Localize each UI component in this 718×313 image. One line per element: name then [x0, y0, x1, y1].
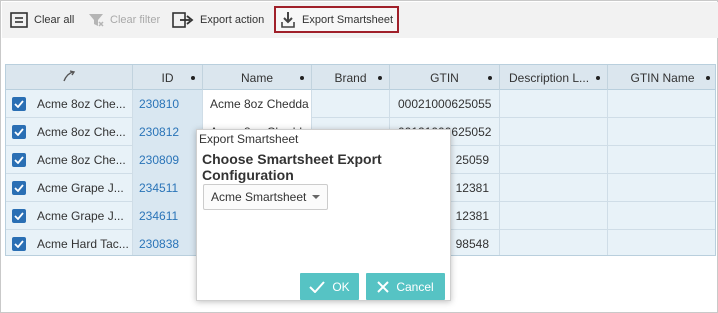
- gtin-value: 12381: [455, 209, 489, 223]
- row-label: Acme Hard Tac...: [37, 237, 129, 251]
- column-menu-icon[interactable]: [378, 76, 382, 80]
- clear-all-button[interactable]: Clear all: [10, 8, 74, 32]
- description-cell[interactable]: [500, 118, 608, 146]
- gtin-value: 12381: [455, 181, 489, 195]
- export-action-button[interactable]: Export action: [172, 8, 264, 32]
- column-menu-icon[interactable]: [488, 76, 492, 80]
- checkbox-checked-icon[interactable]: [12, 153, 26, 167]
- id-link[interactable]: 230810: [139, 97, 179, 111]
- column-header-gtin[interactable]: GTIN: [390, 65, 500, 90]
- export-smartsheet-icon: [280, 11, 296, 29]
- column-header-gtin-name[interactable]: GTIN Name: [608, 65, 715, 90]
- id-cell[interactable]: 230838: [133, 230, 203, 255]
- clear-filter-label: Clear filter: [110, 14, 161, 26]
- ok-button[interactable]: OK: [300, 273, 359, 300]
- configuration-selected-value: Acme Smartsheet: [211, 190, 307, 204]
- column-header-brand[interactable]: Brand: [312, 65, 390, 90]
- brand-cell[interactable]: [312, 90, 390, 118]
- close-icon: [377, 280, 390, 293]
- export-action-icon: [172, 11, 194, 29]
- description-cell[interactable]: [500, 146, 608, 174]
- column-menu-icon[interactable]: [596, 76, 600, 80]
- row-label: Acme Grape J...: [37, 209, 124, 223]
- checkbox-checked-icon[interactable]: [12, 97, 26, 111]
- clear-all-icon: [10, 12, 28, 28]
- column-header-name-label: Name: [240, 70, 273, 85]
- column-menu-icon[interactable]: [300, 76, 304, 80]
- column-header-id-label: ID: [161, 70, 174, 85]
- id-link[interactable]: 230838: [139, 237, 179, 251]
- configuration-dropdown[interactable]: Acme Smartsheet: [203, 184, 328, 210]
- name-cell[interactable]: Acme 8oz Chedda: [203, 90, 312, 118]
- description-cell[interactable]: [500, 174, 608, 202]
- row-label: Acme 8oz Che...: [37, 153, 126, 167]
- gtin-name-cell[interactable]: [608, 90, 715, 118]
- gtin-name-cell[interactable]: [608, 118, 715, 146]
- column-header-brand-label: Brand: [334, 70, 367, 85]
- gtin-value: 00021000625055: [398, 97, 492, 111]
- column-header-description-label: Description L...: [509, 70, 590, 85]
- chevron-down-icon: [312, 195, 321, 199]
- column-header-gtin-label: GTIN: [430, 70, 459, 85]
- row-label-cell[interactable]: Acme 8oz Che...: [6, 118, 133, 146]
- row-label-cell[interactable]: Acme 8oz Che...: [6, 146, 133, 174]
- id-link[interactable]: 230809: [139, 153, 179, 167]
- id-link[interactable]: 234611: [139, 209, 178, 223]
- description-cell[interactable]: [500, 90, 608, 118]
- column-menu-icon[interactable]: [191, 76, 195, 80]
- row-label-cell[interactable]: Acme Grape J...: [6, 202, 133, 230]
- checkbox-checked-icon[interactable]: [12, 181, 26, 195]
- id-cell[interactable]: 230810: [133, 90, 203, 118]
- gtin-name-cell[interactable]: [608, 174, 715, 202]
- name-value: Acme 8oz Chedda: [210, 97, 309, 111]
- description-cell[interactable]: [500, 202, 608, 230]
- column-header-gtin-name-label: GTIN Name: [630, 70, 695, 85]
- checkbox-checked-icon[interactable]: [12, 125, 26, 139]
- check-icon: [309, 280, 326, 293]
- gtin-value: 98548: [455, 237, 489, 251]
- gtin-name-cell[interactable]: [608, 230, 715, 255]
- ok-label: OK: [332, 279, 350, 294]
- clear-filter-button[interactable]: Clear filter: [88, 8, 160, 32]
- id-link[interactable]: 234511: [139, 181, 178, 195]
- checkbox-checked-icon[interactable]: [12, 237, 26, 251]
- hierarchy-icon: [62, 70, 76, 85]
- gtin-name-cell[interactable]: [608, 202, 715, 230]
- row-label: Acme 8oz Che...: [37, 125, 126, 139]
- gtin-name-cell[interactable]: [608, 146, 715, 174]
- row-label-cell[interactable]: Acme Grape J...: [6, 174, 133, 202]
- table-row[interactable]: Acme 8oz Che... 230810 Acme 8oz Chedda 0…: [6, 90, 715, 118]
- checkbox-checked-icon[interactable]: [12, 209, 26, 223]
- clear-all-label: Clear all: [34, 14, 75, 26]
- id-cell[interactable]: 234511: [133, 174, 203, 202]
- export-action-label: Export action: [200, 14, 265, 26]
- toolbar: Clear all Clear filter Export action Exp…: [2, 2, 718, 38]
- export-smartsheet-label: Export Smartsheet: [302, 13, 394, 26]
- cancel-label: Cancel: [396, 279, 434, 294]
- cancel-button[interactable]: Cancel: [366, 273, 445, 300]
- row-label: Acme 8oz Che...: [37, 97, 126, 111]
- row-label-cell[interactable]: Acme Hard Tac...: [6, 230, 133, 255]
- column-header-name[interactable]: Name: [203, 65, 312, 90]
- id-link[interactable]: 230812: [139, 125, 179, 139]
- clear-filter-icon: [88, 12, 104, 28]
- gtin-value: 25059: [455, 153, 489, 167]
- gtin-cell[interactable]: 00021000625055: [390, 90, 500, 118]
- id-cell[interactable]: 234611: [133, 202, 203, 230]
- column-header-id[interactable]: ID: [133, 65, 203, 90]
- export-smartsheet-button[interactable]: Export Smartsheet: [274, 6, 400, 33]
- id-cell[interactable]: 230809: [133, 146, 203, 174]
- id-cell[interactable]: 230812: [133, 118, 203, 146]
- dialog-heading: Choose Smartsheet Export Configuration: [202, 151, 382, 183]
- app-window: Clear all Clear filter Export action Exp…: [0, 0, 718, 313]
- column-header-hierarchy[interactable]: [6, 65, 133, 90]
- row-label: Acme Grape J...: [37, 181, 124, 195]
- row-label-cell[interactable]: Acme 8oz Che...: [6, 90, 133, 118]
- column-menu-icon[interactable]: [706, 76, 710, 80]
- dialog-title: Export Smartsheet: [199, 132, 299, 146]
- column-header-description[interactable]: Description L...: [500, 65, 608, 90]
- description-cell[interactable]: [500, 230, 608, 255]
- grid-header: ID Name Brand GTIN Description L... GTIN…: [6, 65, 715, 90]
- export-smartsheet-dialog: Export Smartsheet Choose Smartsheet Expo…: [196, 129, 451, 301]
